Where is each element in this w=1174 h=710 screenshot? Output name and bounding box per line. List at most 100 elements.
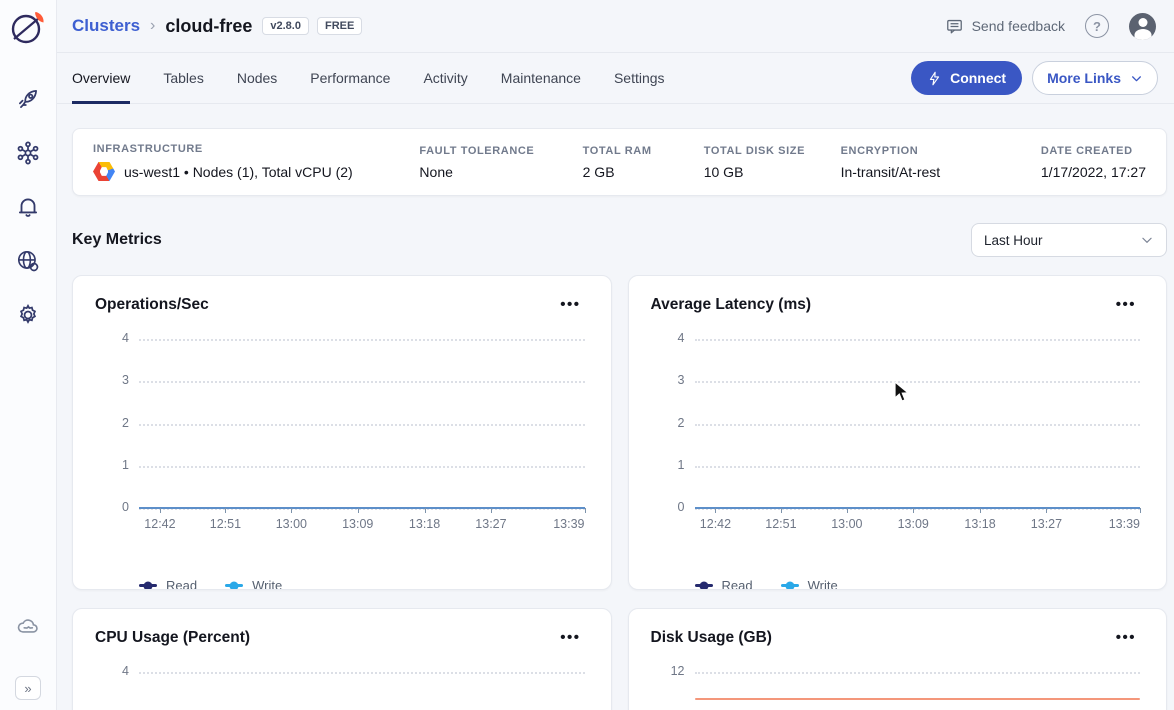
more-links-label: More Links	[1047, 70, 1121, 86]
gridline	[695, 424, 1141, 426]
x-axis-label: 13:18	[409, 517, 440, 531]
chart-title: CPU Usage (Percent)	[95, 629, 250, 647]
plot-area: 4321012:4212:5113:0013:0913:1813:2713:39	[695, 339, 1141, 540]
infra-label: INFRASTRUCTURE	[93, 143, 419, 155]
header-actions: Send feedback ?	[945, 13, 1156, 40]
y-axis-label: 1	[649, 458, 685, 472]
x-axis-label: 12:42	[700, 517, 731, 531]
x-axis-label: 13:00	[831, 517, 862, 531]
infra-label: TOTAL RAM	[583, 145, 704, 157]
charts-grid: Operations/Sec ••• 4321012:4212:5113:001…	[72, 275, 1167, 710]
sidebar: »	[0, 0, 57, 710]
tab-nodes[interactable]: Nodes	[237, 53, 277, 103]
y-axis-label: 0	[93, 500, 129, 514]
axis-tick	[980, 508, 981, 513]
time-range-select[interactable]: Last Hour	[971, 223, 1167, 257]
series-marker	[225, 584, 243, 587]
x-axis-label: 13:00	[276, 517, 307, 531]
infra-value: None	[419, 164, 582, 180]
infra-value: 10 GB	[704, 164, 841, 180]
y-axis-label: 0	[649, 500, 685, 514]
send-feedback-label: Send feedback	[972, 18, 1065, 34]
key-metrics-heading: Key Metrics	[72, 231, 162, 249]
infra-label: ENCRYPTION	[841, 145, 1009, 157]
y-axis-label: 12	[649, 664, 685, 678]
series-line	[695, 698, 1141, 700]
plot-area: 4321012:4212:5113:0013:0913:1813:2713:39	[139, 339, 585, 540]
connect-button[interactable]: Connect	[911, 61, 1022, 95]
series-marker	[139, 584, 157, 587]
infra-col-infrastructure: INFRASTRUCTURE us-west1 • Nodes (1), Tot…	[93, 143, 419, 181]
chevron-down-icon	[1140, 233, 1154, 247]
series-marker	[781, 584, 799, 587]
axis-tick	[913, 508, 914, 513]
chart-menu-button[interactable]: •••	[1112, 294, 1140, 315]
app-root: » Clusters › cloud-free v2.8.0 FREE Send…	[0, 0, 1174, 710]
axis-tick	[1046, 508, 1047, 513]
infra-label: FAULT TOLERANCE	[419, 145, 582, 157]
sidebar-item-regions[interactable]	[14, 247, 42, 275]
chart-menu-button[interactable]: •••	[556, 627, 584, 648]
infra-value: In-transit/At-rest	[841, 164, 1009, 180]
infra-value: 2 GB	[583, 164, 704, 180]
sidebar-item-settings[interactable]	[14, 301, 42, 329]
legend-item[interactable]: Read	[695, 578, 753, 590]
sidebar-item-alerts[interactable]	[14, 193, 42, 221]
gridline	[695, 466, 1141, 468]
tab-settings[interactable]: Settings	[614, 53, 665, 103]
tab-activity[interactable]: Activity	[423, 53, 467, 103]
cloud-status-icon[interactable]	[14, 613, 42, 641]
infra-label: DATE CREATED	[1041, 145, 1146, 157]
x-axis-label: 12:42	[144, 517, 175, 531]
key-metrics-row: Key Metrics Last Hour	[72, 223, 1167, 257]
x-axis-label: 13:09	[898, 517, 929, 531]
chart-menu-button[interactable]: •••	[1112, 627, 1140, 648]
tab-maintenance[interactable]: Maintenance	[501, 53, 581, 103]
version-badge: v2.8.0	[262, 17, 309, 35]
sidebar-item-clusters[interactable]	[14, 85, 42, 113]
gridline	[139, 466, 585, 468]
cluster-tabbar: Overview Tables Nodes Performance Activi…	[57, 53, 1174, 104]
x-axis	[695, 507, 1141, 509]
more-links-button[interactable]: More Links	[1032, 61, 1158, 95]
series-marker	[695, 584, 713, 587]
chart-card-disk-usage: Disk Usage (GB) ••• 12	[628, 608, 1168, 710]
legend-item[interactable]: Read	[139, 578, 197, 590]
axis-tick	[358, 508, 359, 513]
axis-tick	[291, 508, 292, 513]
x-axis-label: 12:51	[210, 517, 241, 531]
x-axis-label: 13:39	[553, 517, 584, 531]
brand-logo-icon[interactable]	[8, 8, 48, 48]
y-axis-label: 3	[649, 373, 685, 387]
chart-menu-button[interactable]: •••	[556, 294, 584, 315]
x-axis	[139, 507, 585, 509]
tab-tables[interactable]: Tables	[163, 53, 203, 103]
plan-badge: FREE	[317, 17, 362, 35]
axis-tick	[425, 508, 426, 513]
infra-col-total-disk: TOTAL DISK SIZE 10 GB	[704, 145, 841, 180]
y-axis-label: 2	[93, 416, 129, 430]
axis-tick	[847, 508, 848, 513]
send-feedback-button[interactable]: Send feedback	[945, 17, 1065, 36]
plot-area: 4	[139, 672, 585, 710]
tab-actions: Connect More Links	[911, 61, 1158, 95]
axis-tick	[715, 508, 716, 513]
infra-col-total-ram: TOTAL RAM 2 GB	[583, 145, 704, 180]
chart-title: Average Latency (ms)	[651, 296, 812, 314]
y-axis-label: 4	[93, 331, 129, 345]
breadcrumb-clusters-link[interactable]: Clusters	[72, 16, 140, 36]
legend-item[interactable]: Write	[225, 578, 282, 590]
chart-card-operations: Operations/Sec ••• 4321012:4212:5113:001…	[72, 275, 612, 590]
user-avatar[interactable]	[1129, 13, 1156, 40]
x-axis-label: 13:27	[1031, 517, 1062, 531]
tab-performance[interactable]: Performance	[310, 53, 390, 103]
help-button[interactable]: ?	[1085, 14, 1109, 38]
x-axis-label: 13:27	[475, 517, 506, 531]
top-header: Clusters › cloud-free v2.8.0 FREE Send f…	[57, 0, 1174, 53]
sidebar-expand-button[interactable]: »	[15, 676, 41, 700]
plot-area: 12	[695, 672, 1141, 710]
legend-item[interactable]: Write	[781, 578, 838, 590]
sidebar-item-networking[interactable]	[14, 139, 42, 167]
tab-overview[interactable]: Overview	[72, 53, 130, 103]
axis-tick	[585, 508, 586, 513]
